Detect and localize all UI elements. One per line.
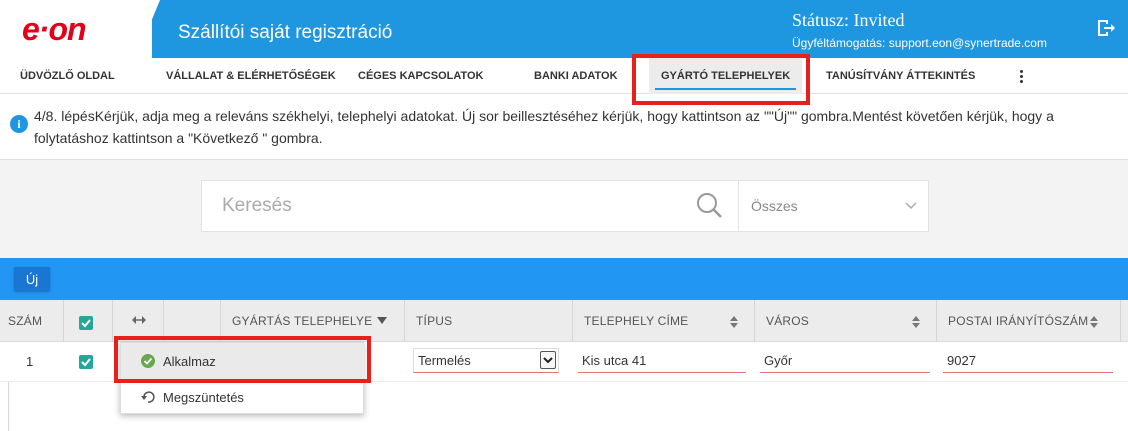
select-arrow-icon [540,351,556,369]
cancel-menu-item[interactable]: Megszüntetés [121,379,365,415]
more-vertical-icon[interactable] [1017,68,1025,88]
tab-welcome[interactable]: ÜDVÖZLŐ OLDAL [20,58,115,94]
apply-menu-item[interactable]: Alkalmaz [121,343,365,379]
search-area: Összes [0,160,1128,258]
type-select[interactable]: Termelés [413,348,559,373]
logout-icon[interactable] [1096,18,1116,38]
app-header: e·on Szállítói saját regisztráció Státus… [0,0,1128,58]
column-resize-icon[interactable] [132,315,146,325]
logo-text: e·on [22,10,87,47]
header-site[interactable]: GYÁRTÁS TELEPHELYE [232,300,372,342]
app-title: Szállítói saját regisztráció [178,22,393,43]
search-input[interactable] [202,181,738,231]
support-text: Ügyféltámogatás: support.eon@synertrade.… [792,36,1047,50]
header-city[interactable]: VÁROS [766,300,809,342]
sort-icon[interactable] [912,316,920,328]
check-circle-icon [141,354,155,368]
tab-company-contacts[interactable]: VÁLLALAT & ELÉRHETŐSÉGEK [166,58,336,94]
header-num[interactable]: SZÁM [8,300,42,342]
logo-slant [136,0,160,58]
info-text: 4/8. lépésKérjük, adja meg a releváns sz… [34,108,1054,146]
header-zip[interactable]: POSTAI IRÁNYÍTÓSZÁM [948,300,1088,342]
header-address[interactable]: TELEPHELY CÍME [584,300,688,342]
table-left-border [8,382,9,431]
status-text: Státusz: Invited [792,10,905,30]
column-separator [572,300,573,342]
apply-label: Alkalmaz [163,354,216,369]
info-icon: i [10,115,28,133]
column-separator [404,300,405,342]
tab-certificate-overview[interactable]: TANÚSÍTVÁNY ÁTTEKINTÉS [826,58,975,94]
column-separator [936,300,937,342]
table-toolbar: Új [0,258,1128,300]
header-type[interactable]: TÍPUS [416,300,452,342]
type-select-value: Termelés [418,353,471,368]
cancel-label: Megszüntetés [163,390,244,405]
column-separator [112,300,113,342]
address-field[interactable] [578,349,746,373]
table-header: SZÁM GYÁRTÁS TELEPHELYE TÍPUS TELEPHELY … [0,300,1128,342]
tab-company-relations[interactable]: CÉGES KAPCSOLATOK [358,58,484,94]
search-box: Összes [201,180,929,232]
eon-logo: e·on [0,0,152,58]
new-button[interactable]: Új [14,267,50,291]
chevron-down-icon[interactable] [905,201,917,211]
zip-field[interactable] [943,349,1113,373]
row-checkbox[interactable] [79,355,93,369]
row-context-menu: Alkalmaz Megszüntetés [120,342,365,415]
info-banner: i 4/8. lépésKérjük, adja meg a releváns … [0,95,1128,160]
column-separator [63,300,64,342]
column-separator [163,300,164,342]
sort-icon[interactable] [1090,316,1098,328]
sort-icon[interactable] [730,316,738,328]
nav-tabs: ÜDVÖZLŐ OLDAL VÁLLALAT & ELÉRHETŐSÉGEK C… [0,58,1128,94]
select-all-checkbox[interactable] [79,316,93,330]
row-number: 1 [26,354,34,369]
column-separator [754,300,755,342]
city-field[interactable] [760,349,930,373]
search-icon[interactable] [695,191,723,219]
column-separator [1120,300,1121,342]
undo-icon [141,391,155,403]
filter-select[interactable]: Összes [739,181,929,231]
column-separator [220,300,221,342]
tab-bank-data[interactable]: BANKI ADATOK [534,58,618,94]
tab-manufacturing-sites[interactable]: GYÁRTÓ TELEPHELYEK [649,58,803,94]
sort-down-icon[interactable] [377,317,387,325]
